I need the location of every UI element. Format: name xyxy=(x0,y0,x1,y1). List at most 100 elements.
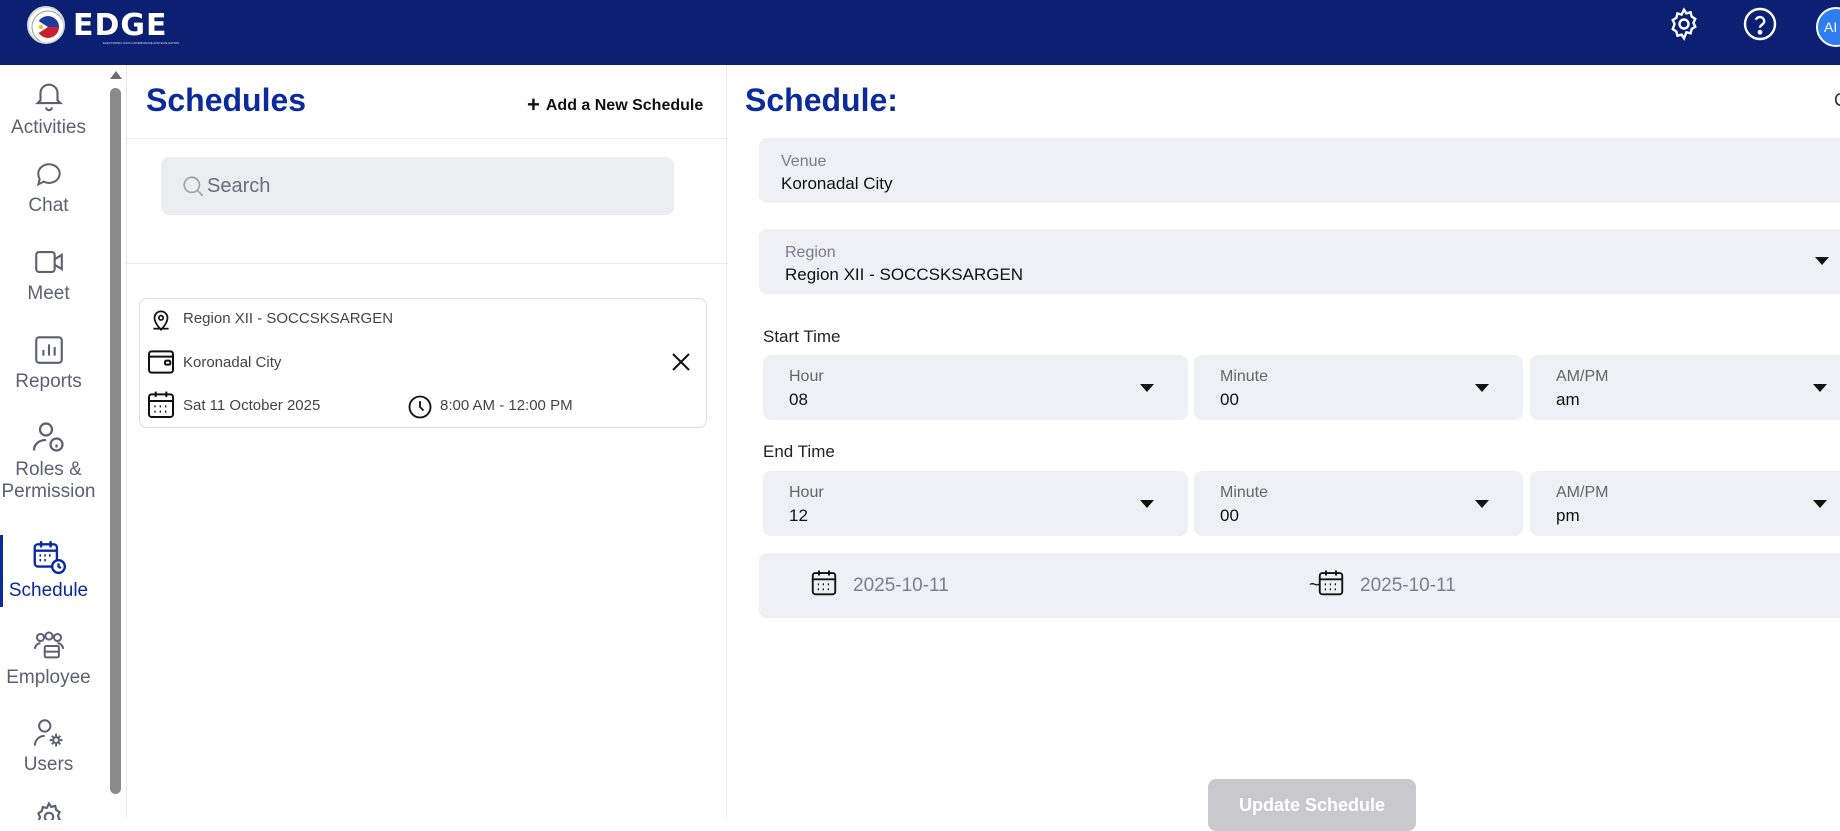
card-region: Region XII - SOCCSKSARGEN xyxy=(183,310,394,327)
calendar-icon xyxy=(1318,570,1344,596)
sidebar-item-label: Reports xyxy=(15,371,82,392)
start-ampm-label: AM/PM xyxy=(1556,368,1609,385)
schedule-detail-title: Schedule: xyxy=(745,82,898,118)
help-icon[interactable] xyxy=(1742,6,1778,42)
end-ampm-label: AM/PM xyxy=(1556,484,1609,501)
end-ampm-select[interactable]: AM/PM pm xyxy=(1530,471,1840,536)
app-logo[interactable]: EDGE ELECTRONIC DATA GOVERNANCE AND EVAL… xyxy=(73,10,193,46)
venue-field[interactable]: Venue Koronadal City xyxy=(759,138,1840,203)
end-minute-select[interactable]: Minute 00 xyxy=(1194,471,1523,536)
sidebar-item-users[interactable]: Users xyxy=(0,716,97,776)
sidebar-item-employee[interactable]: Employee xyxy=(0,629,97,689)
divider xyxy=(127,263,728,264)
sidebar-item-more[interactable] xyxy=(0,800,97,820)
top-bar: EDGE ELECTRONIC DATA GOVERNANCE AND EVAL… xyxy=(0,0,1840,65)
venue-value[interactable]: Koronadal City xyxy=(781,174,893,194)
chevron-down-icon xyxy=(1475,500,1489,508)
sidebar-item-label: Activities xyxy=(11,117,86,138)
start-hour-select[interactable]: Hour 08 xyxy=(763,355,1188,420)
end-hour-select[interactable]: Hour 12 xyxy=(763,471,1188,536)
end-ampm-value: pm xyxy=(1556,506,1580,525)
schedules-list-panel: Schedules + Add a New Schedule Region XII… xyxy=(126,65,728,817)
sidebar-item-label: Roles & xyxy=(15,459,82,480)
card-time: 8:00 AM - 12:00 PM xyxy=(440,397,573,414)
start-minute-label: Minute xyxy=(1220,368,1269,385)
schedule-detail-panel: Schedule: C Venue Koronadal City Region … xyxy=(728,65,1840,831)
region-label: Region xyxy=(785,244,836,261)
chevron-down-icon xyxy=(1813,500,1827,508)
wallet-icon xyxy=(148,350,174,374)
schedules-title: Schedules xyxy=(146,82,307,118)
sidebar-item-chat[interactable]: Chat xyxy=(0,159,97,217)
bell-icon xyxy=(34,83,63,112)
start-hour-label: Hour xyxy=(789,368,824,385)
end-minute-label: Minute xyxy=(1220,484,1269,501)
sidebar-item-label: Meet xyxy=(27,283,70,304)
employees-icon xyxy=(33,631,64,659)
scroll-up-arrow-icon[interactable] xyxy=(110,71,122,79)
start-minute-select[interactable]: Minute 00 xyxy=(1194,355,1523,420)
chevron-down-icon xyxy=(1140,500,1154,508)
add-schedule-label: Add a New Schedule xyxy=(545,97,704,114)
start-hour-value: 08 xyxy=(789,390,808,409)
plus-icon: + xyxy=(527,92,540,117)
region-select[interactable]: Region Region XII - SOCCSKSARGEN xyxy=(759,229,1840,294)
end-hour-label: Hour xyxy=(789,484,824,501)
logo-wordmark: EDGE xyxy=(73,8,168,43)
bar-chart-icon xyxy=(34,336,63,364)
calendar-icon xyxy=(811,570,837,596)
card-date: Sat 11 October 2025 xyxy=(183,397,321,414)
chevron-down-icon xyxy=(1475,384,1489,392)
close-icon[interactable] xyxy=(669,350,693,374)
logo-tagline: ELECTRONIC DATA GOVERNANCE AND EVALUATIO… xyxy=(103,41,180,45)
end-hour-value: 12 xyxy=(789,506,808,525)
sidebar-item-label: Employee xyxy=(6,667,91,688)
sidebar-item-roles[interactable]: Roles & Permission xyxy=(0,419,97,503)
sidebar-item-meet[interactable]: Meet xyxy=(0,245,97,305)
chevron-down-icon xyxy=(1140,384,1154,392)
gear-icon xyxy=(36,801,61,820)
user-avatar[interactable]: AI xyxy=(1816,7,1840,47)
detail-corner-text[interactable]: C xyxy=(1834,90,1840,111)
add-schedule-button[interactable]: + Add a New Schedule xyxy=(527,92,703,118)
start-ampm-value: am xyxy=(1556,390,1580,409)
end-date-value[interactable]: 2025-10-11 xyxy=(1360,575,1456,597)
search-input[interactable] xyxy=(207,169,647,203)
date-range-picker[interactable]: 2025-10-11 ~ 2025-10-11 xyxy=(759,553,1840,618)
calendar-clock-icon xyxy=(33,541,66,575)
calendar-icon xyxy=(148,391,174,418)
divider xyxy=(127,138,728,139)
gear-icon[interactable] xyxy=(1666,6,1702,42)
sidebar: Activities Chat Meet Reports Roles & Per… xyxy=(0,65,106,820)
video-icon xyxy=(34,251,63,273)
update-schedule-button[interactable]: Update Schedule xyxy=(1208,779,1416,831)
start-time-label: Start Time xyxy=(763,327,841,346)
sidebar-item-activities[interactable]: Activities xyxy=(0,79,97,139)
sidebar-item-label: Users xyxy=(23,754,74,775)
end-time-label: End Time xyxy=(763,442,835,461)
sidebar-item-schedule[interactable]: Schedule xyxy=(0,538,97,602)
region-value: Region XII - SOCCSKSARGEN xyxy=(785,265,1024,284)
sidebar-scroll-thumb[interactable] xyxy=(110,88,121,794)
search-field[interactable] xyxy=(161,157,674,215)
logo-seal-icon xyxy=(27,6,65,44)
card-venue: Koronadal City xyxy=(183,354,282,371)
chat-icon xyxy=(36,163,61,187)
start-ampm-select[interactable]: AM/PM am xyxy=(1530,355,1840,420)
sidebar-item-reports[interactable]: Reports xyxy=(0,333,97,393)
sidebar-item-label: Schedule xyxy=(8,580,89,601)
search-icon xyxy=(183,176,204,197)
clock-icon xyxy=(408,395,432,419)
user-gear-icon xyxy=(33,719,62,747)
end-minute-value: 00 xyxy=(1220,506,1239,525)
venue-label: Venue xyxy=(781,153,827,170)
location-pin-icon xyxy=(153,310,169,331)
sidebar-item-label-2: Permission xyxy=(1,481,96,502)
user-info-icon xyxy=(32,422,64,452)
chevron-down-icon xyxy=(1813,384,1827,392)
schedule-card[interactable]: Region XII - SOCCSKSARGEN Koronadal City… xyxy=(139,298,707,428)
start-minute-value: 00 xyxy=(1220,390,1239,409)
chevron-down-icon xyxy=(1815,257,1829,265)
start-date-value[interactable]: 2025-10-11 xyxy=(853,575,949,597)
sidebar-item-label: Chat xyxy=(28,195,69,216)
